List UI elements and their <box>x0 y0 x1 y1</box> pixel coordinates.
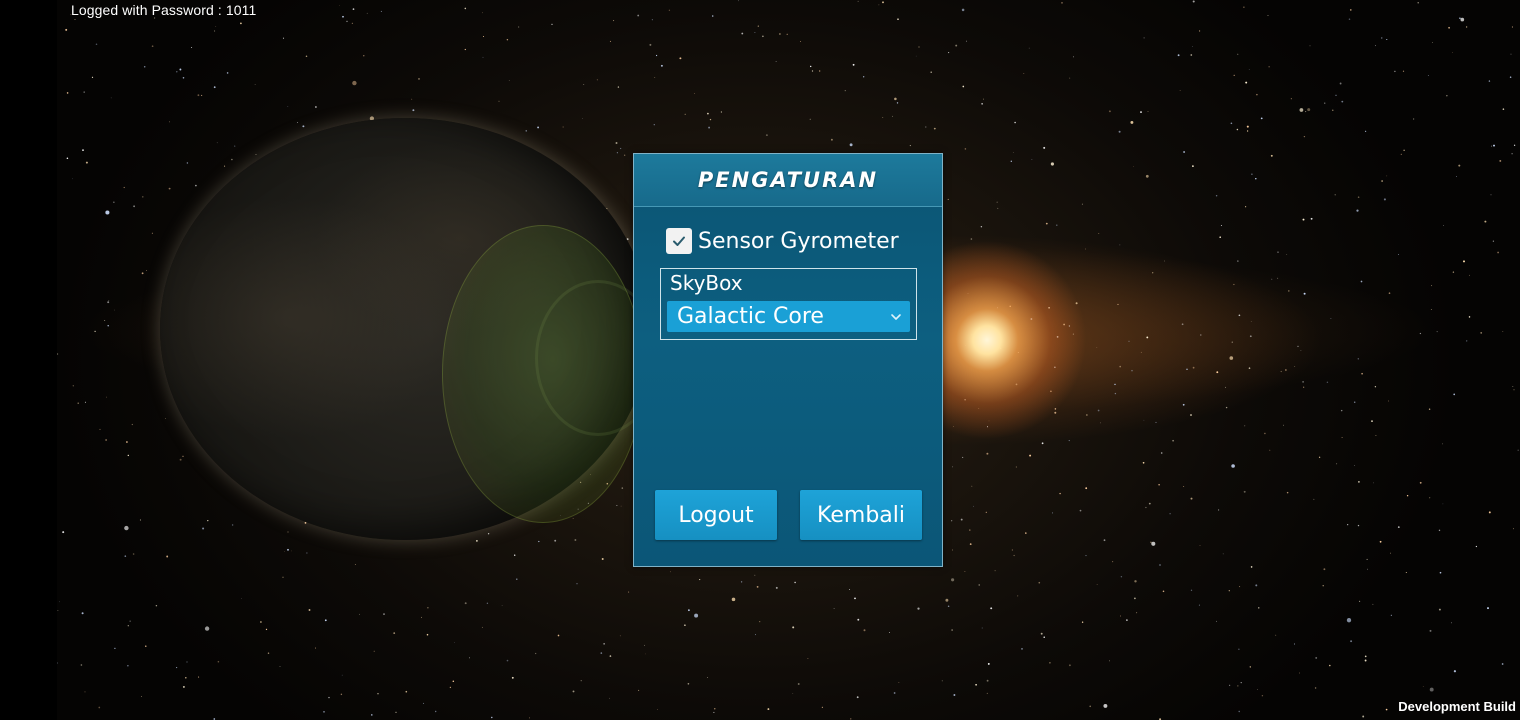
settings-panel: PENGATURAN Sensor Gyrometer SkyBox Galac… <box>633 153 943 567</box>
left-letterbox <box>0 0 57 720</box>
logout-button[interactable]: Logout <box>655 490 777 540</box>
checkmark-icon <box>673 236 685 246</box>
skybox-dropdown[interactable]: Galactic Core <box>667 301 910 332</box>
skybox-label: SkyBox <box>670 271 743 295</box>
back-button[interactable]: Kembali <box>800 490 922 540</box>
gyrometer-toggle[interactable]: Sensor Gyrometer <box>666 228 899 254</box>
skybox-group: SkyBox Galactic Core <box>660 268 917 340</box>
development-build-label: Development Build <box>1398 699 1516 714</box>
gyrometer-checkbox[interactable] <box>666 228 692 254</box>
settings-panel-title: PENGATURAN <box>697 168 879 192</box>
settings-panel-header: PENGATURAN <box>634 154 942 207</box>
login-status-text: Logged with Password : 1011 <box>71 2 257 18</box>
skybox-selected-value: Galactic Core <box>677 304 824 329</box>
gyrometer-label: Sensor Gyrometer <box>698 228 899 254</box>
chevron-down-icon <box>890 311 902 323</box>
